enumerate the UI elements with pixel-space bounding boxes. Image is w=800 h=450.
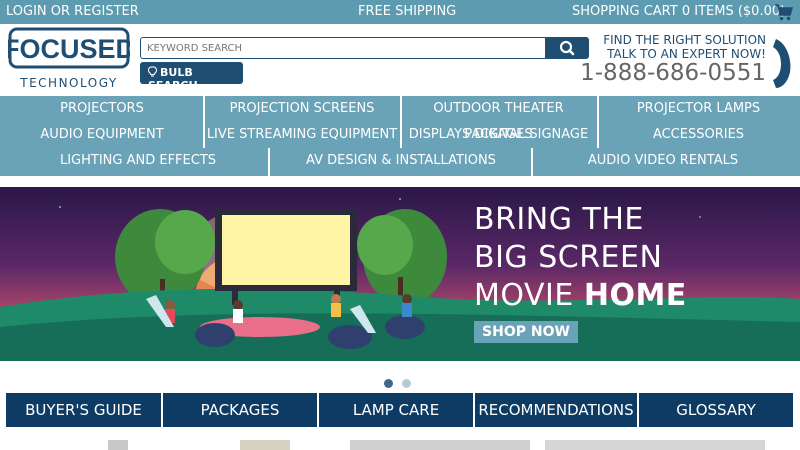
carousel-dot-1[interactable]: [384, 379, 393, 388]
logo-main-text: FOCUSED: [8, 34, 130, 64]
bulb-search-button[interactable]: BULB SEARCH: [140, 62, 243, 92]
tab-buyers-guide[interactable]: BUYER'S GUIDE: [6, 393, 161, 427]
search-icon: [559, 40, 575, 56]
hero-line-2: BIG SCREEN: [474, 240, 663, 275]
search-button[interactable]: [545, 37, 589, 59]
nav-divider: [531, 148, 533, 176]
nav-audio-video-rentals[interactable]: AUDIO VIDEO RENTALS: [532, 148, 794, 174]
nav-live-streaming-equipment[interactable]: LIVE STREAMING EQUIPMENT: [204, 122, 400, 148]
expert-line-1: FIND THE RIGHT SOLUTION: [603, 33, 766, 47]
phone-number[interactable]: 1-888-686-0551: [580, 60, 766, 86]
product-image-strip: [0, 440, 800, 450]
nav-divider: [268, 148, 270, 176]
nav-projectors[interactable]: PROJECTORS: [0, 96, 204, 122]
carousel-dots: [384, 373, 420, 392]
logo-sub-text: TECHNOLOGY: [19, 76, 117, 90]
nav-displays-digital-signage[interactable]: DISPLAYS DIGITAL SIGNAGE: [400, 122, 597, 148]
top-bar: LOGIN OR REGISTER FREE SHIPPING SHOPPING…: [0, 0, 800, 24]
nav-accessories[interactable]: ACCESSORIES: [597, 122, 800, 148]
hero-line-3b: HOME: [583, 278, 687, 313]
hero-line-1: BRING THE: [474, 202, 644, 237]
shopping-cart-icon[interactable]: [774, 2, 794, 22]
main-navigation: PROJECTORS PROJECTION SCREENS OUTDOOR TH…: [0, 96, 800, 176]
resource-tabs: BUYER'S GUIDE PACKAGES LAMP CARE RECOMME…: [6, 393, 793, 427]
nav-projection-screens[interactable]: PROJECTION SCREENS: [204, 96, 400, 122]
shop-now-button[interactable]: SHOP NOW: [474, 321, 578, 343]
phone-icon: [773, 39, 791, 88]
carousel-dot-2[interactable]: [402, 379, 411, 388]
hero-banner[interactable]: BRING THE BIG SCREEN MOVIE HOME SHOP NOW: [0, 187, 800, 361]
tab-recommendations[interactable]: RECOMMENDATIONS: [475, 393, 637, 427]
site-header: FOCUSED TECHNOLOGY BULB SEARCH FIND THE …: [0, 24, 800, 96]
free-shipping-text: FREE SHIPPING: [358, 4, 457, 19]
keyword-search-input[interactable]: [140, 37, 546, 59]
tab-glossary[interactable]: GLOSSARY: [639, 393, 793, 427]
nav-divider: [400, 96, 402, 148]
expert-callout: FIND THE RIGHT SOLUTION TALK TO AN EXPER…: [603, 33, 766, 61]
nav-projector-lamps[interactable]: PROJECTOR LAMPS: [597, 96, 800, 122]
shopping-cart-link[interactable]: SHOPPING CART 0 ITEMS ($0.00): [572, 4, 785, 19]
expert-line-2: TALK TO AN EXPERT NOW!: [607, 47, 766, 61]
nav-audio-equipment[interactable]: AUDIO EQUIPMENT: [0, 122, 204, 148]
nav-av-design-installations[interactable]: AV DESIGN & INSTALLATIONS: [270, 148, 532, 174]
hero-line-3: MOVIE HOME: [474, 277, 687, 315]
login-register-link[interactable]: LOGIN OR REGISTER: [6, 4, 139, 19]
focused-technology-logo[interactable]: FOCUSED TECHNOLOGY: [8, 27, 130, 93]
tab-packages[interactable]: PACKAGES: [163, 393, 317, 427]
hero-line-3a: MOVIE: [474, 278, 584, 313]
nav-outdoor-theater-packages[interactable]: OUTDOOR THEATER PACKAGES: [400, 96, 597, 142]
hero-headline: BRING THE BIG SCREEN MOVIE HOME: [474, 201, 687, 315]
nav-divider: [203, 96, 205, 148]
lightbulb-icon: [147, 66, 158, 77]
nav-divider: [597, 96, 599, 148]
nav-lighting-and-effects[interactable]: LIGHTING AND EFFECTS: [0, 148, 276, 174]
tab-lamp-care[interactable]: LAMP CARE: [319, 393, 473, 427]
